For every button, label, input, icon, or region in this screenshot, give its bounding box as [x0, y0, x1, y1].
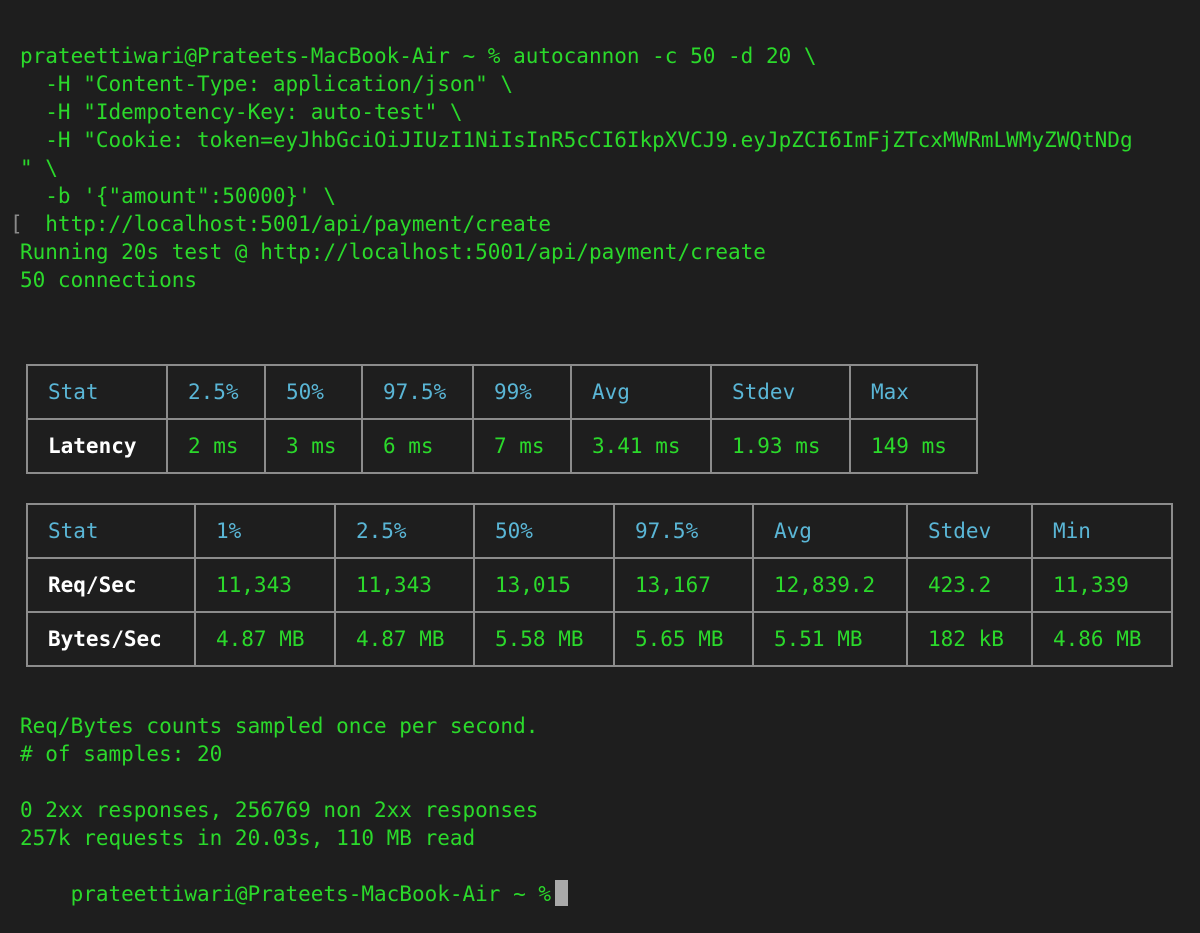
latency-table: Stat 2.5% 50% 97.5% 99% Avg Stdev Max La…: [26, 364, 978, 474]
table-header-cell: Min: [1031, 503, 1173, 559]
cursor[interactable]: [555, 880, 569, 906]
table-cell: 5.65 MB: [613, 611, 754, 667]
table-header-cell: Stdev: [710, 364, 851, 420]
table-header-cell: 2.5%: [166, 364, 266, 420]
table-cell: 11,343: [334, 557, 475, 613]
table-cell: 149 ms: [849, 418, 978, 474]
output-line: 50 connections: [20, 268, 198, 292]
table-cell: 4.87 MB: [334, 611, 475, 667]
summary-line: 0 2xx responses, 256769 non 2xx response…: [20, 798, 539, 822]
table-header-cell: 1%: [194, 503, 336, 559]
table-cell: 5.58 MB: [473, 611, 615, 667]
table-header-cell: Stat: [26, 364, 168, 420]
row-label: Latency: [26, 418, 168, 474]
output-line: Running 20s test @ http://localhost:5001…: [20, 240, 766, 264]
table-cell: 423.2: [906, 557, 1033, 613]
command-line: prateettiwari@Prateets-MacBook-Air ~ % a…: [20, 44, 817, 68]
terminal-window[interactable]: prateettiwari@Prateets-MacBook-Air ~ % a…: [0, 0, 1200, 933]
table-row: Req/Sec 11,343 11,343 13,015 13,167 12,8…: [26, 557, 1173, 613]
prompt-text: prateettiwari@Prateets-MacBook-Air ~ %: [70, 882, 552, 906]
command-line: -b '{"amount":50000}' \: [20, 184, 337, 208]
table-header-cell: 50%: [264, 364, 363, 420]
command-line: -H "Cookie: token=eyJhbGciOiJIUzI1NiIsIn…: [20, 128, 1133, 152]
table-header-cell: 2.5%: [334, 503, 475, 559]
table-cell: 13,167: [613, 557, 754, 613]
table-cell: 13,015: [473, 557, 615, 613]
table-cell: 5.51 MB: [752, 611, 908, 667]
table-cell: 182 kB: [906, 611, 1033, 667]
table-header-cell: Stat: [26, 503, 196, 559]
table-cell: 6 ms: [361, 418, 474, 474]
table-cell: 2 ms: [166, 418, 266, 474]
row-label: Req/Sec: [26, 557, 196, 613]
row-label: Bytes/Sec: [26, 611, 196, 667]
table-cell: 1.93 ms: [710, 418, 851, 474]
table-cell: 12,839.2: [752, 557, 908, 613]
command-line: " \: [20, 156, 58, 180]
table-header-row: Stat 2.5% 50% 97.5% 99% Avg Stdev Max: [26, 364, 978, 420]
command-line: -H "Content-Type: application/json" \: [20, 72, 514, 96]
table-header-cell: 50%: [473, 503, 615, 559]
table-cell: 4.86 MB: [1031, 611, 1173, 667]
command-line: http://localhost:5001/api/payment/create: [20, 212, 552, 236]
table-header-cell: Max: [849, 364, 978, 420]
table-row: Latency 2 ms 3 ms 6 ms 7 ms 3.41 ms 1.93…: [26, 418, 978, 474]
table-header-row: Stat 1% 2.5% 50% 97.5% Avg Stdev Min: [26, 503, 1173, 559]
table-cell: 7 ms: [472, 418, 572, 474]
table-cell: 4.87 MB: [194, 611, 336, 667]
table-row: Bytes/Sec 4.87 MB 4.87 MB 5.58 MB 5.65 M…: [26, 611, 1173, 667]
summary-line: # of samples: 20: [20, 742, 223, 766]
table-cell: 11,343: [194, 557, 336, 613]
summary-line: Req/Bytes counts sampled once per second…: [20, 714, 539, 738]
table-header-cell: 97.5%: [361, 364, 474, 420]
table-header-cell: Stdev: [906, 503, 1033, 559]
throughput-table: Stat 1% 2.5% 50% 97.5% Avg Stdev Min Req…: [26, 503, 1173, 667]
table-cell: 3 ms: [264, 418, 363, 474]
prompt-line[interactable]: prateettiwari@Prateets-MacBook-Air ~ %: [20, 852, 569, 906]
table-header-cell: Avg: [752, 503, 908, 559]
table-header-cell: 99%: [472, 364, 572, 420]
table-header-cell: Avg: [570, 364, 712, 420]
summary-line: 257k requests in 20.03s, 110 MB read: [20, 826, 476, 850]
table-cell: 11,339: [1031, 557, 1173, 613]
table-header-cell: 97.5%: [613, 503, 754, 559]
command-line: -H "Idempotency-Key: auto-test" \: [20, 100, 463, 124]
table-cell: 3.41 ms: [570, 418, 712, 474]
